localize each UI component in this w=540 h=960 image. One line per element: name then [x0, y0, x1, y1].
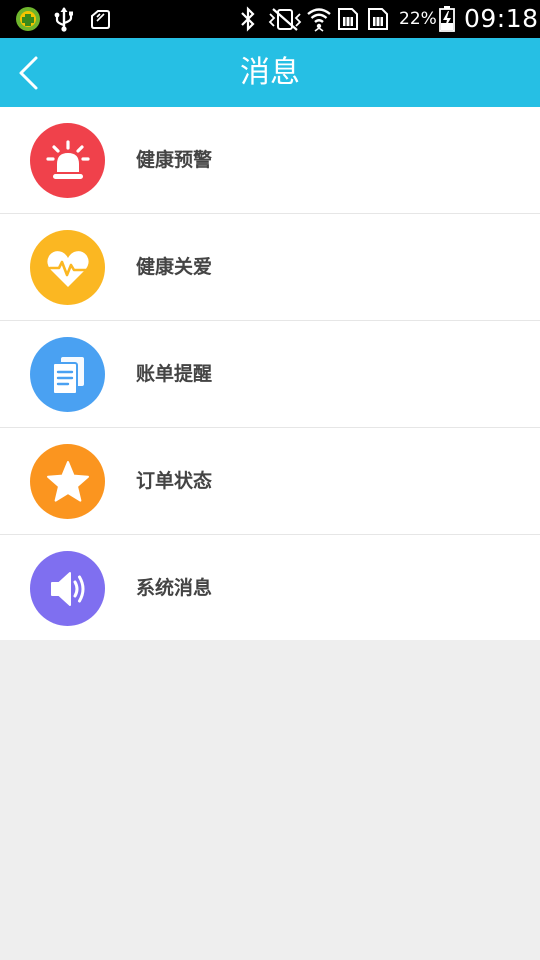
page-title: 消息 [240, 55, 300, 90]
alarm-siren-icon [30, 123, 105, 198]
list-item-label: 订单状态 [136, 470, 213, 492]
list-item-health-alert[interactable]: 健康预警 [0, 107, 540, 214]
battery-percentage: 22% [399, 9, 437, 29]
usb-icon [54, 7, 73, 32]
star-icon [30, 444, 105, 519]
battery-charging-icon [439, 6, 455, 32]
sim-card-icon [368, 8, 388, 30]
app-notification-icon [16, 7, 40, 31]
list-item-label: 系统消息 [136, 577, 213, 599]
list-item-system-message[interactable]: 系统消息 [0, 535, 540, 641]
message-category-list: 健康预警 健康关爱 账单提醒 订单状态 系统消息 [0, 107, 540, 641]
list-item-bill-reminder[interactable]: 账单提醒 [0, 321, 540, 428]
list-item-label: 健康关爱 [136, 256, 213, 278]
status-clock: 09:18 [464, 4, 539, 33]
app-header: 消息 [0, 38, 540, 107]
list-item-label: 账单提醒 [136, 363, 213, 385]
vibrate-icon [268, 8, 302, 31]
status-bar: 22% 09:18 [0, 0, 540, 38]
wifi-icon [307, 8, 331, 32]
screenshot-icon [91, 10, 110, 29]
list-item-health-care[interactable]: 健康关爱 [0, 214, 540, 321]
sim-card-icon [338, 8, 358, 30]
heart-pulse-icon [30, 230, 105, 305]
list-item-order-status[interactable]: 订单状态 [0, 428, 540, 535]
bluetooth-icon [241, 6, 255, 32]
speaker-volume-icon [30, 551, 105, 626]
document-copy-icon [30, 337, 105, 412]
list-item-label: 健康预警 [136, 149, 213, 171]
empty-background [0, 640, 540, 960]
